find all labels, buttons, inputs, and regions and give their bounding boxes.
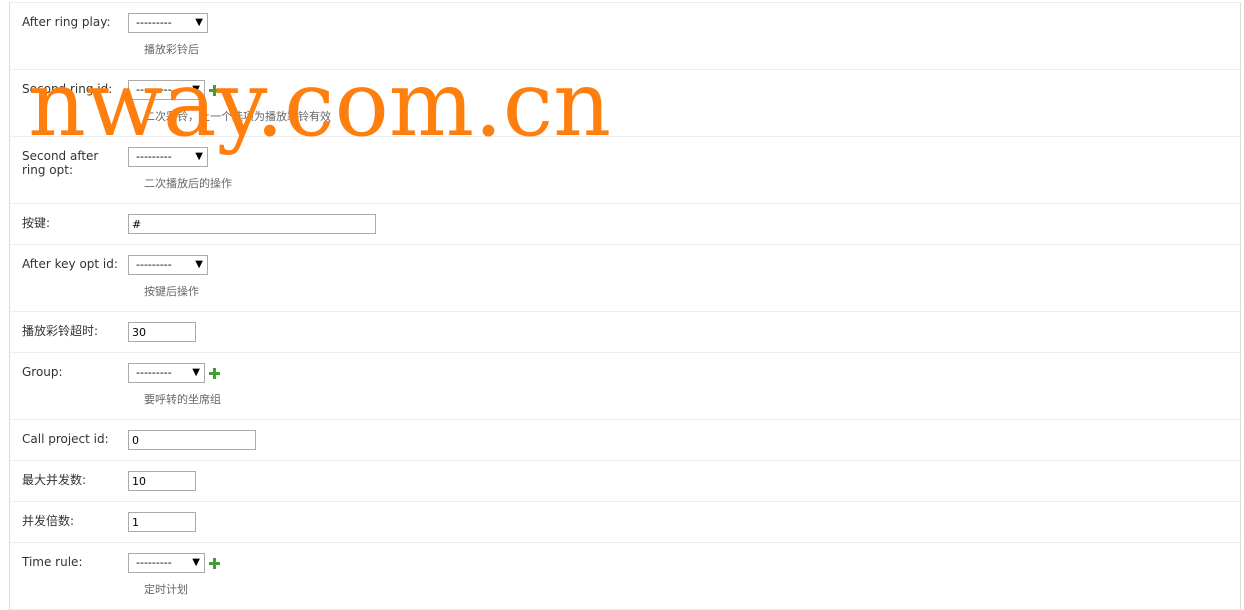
chevron-down-icon: ▼ bbox=[192, 84, 200, 95]
field-label-group: Group: bbox=[22, 365, 63, 379]
field-label-call-project-id: Call project id: bbox=[22, 432, 109, 446]
help-text-group: 要呼转的坐席组 bbox=[144, 393, 221, 406]
group-value: --------- bbox=[136, 366, 172, 379]
field-label-after-ring-play: After ring play: bbox=[22, 15, 111, 29]
after-key-opt-id-value: --------- bbox=[136, 258, 172, 271]
field-label-concurrency-multiplier: 并发倍数: bbox=[22, 514, 75, 528]
help-text-second-after-ring-opt: 二次播放后的操作 bbox=[144, 177, 232, 190]
after-ring-play-select[interactable]: --------- ▼ bbox=[128, 13, 208, 33]
concurrency-multiplier-input[interactable] bbox=[128, 512, 196, 532]
form-row-concurrency-multiplier: 并发倍数: bbox=[10, 502, 1242, 543]
second-after-ring-opt-select[interactable]: --------- ▼ bbox=[128, 147, 208, 167]
max-concurrency-input[interactable] bbox=[128, 471, 196, 491]
call-project-id-input[interactable] bbox=[128, 430, 256, 450]
after-ring-play-value: --------- bbox=[136, 16, 172, 29]
chevron-down-icon: ▼ bbox=[195, 151, 203, 162]
field-label-after-key-opt-id: After key opt id: bbox=[22, 257, 118, 271]
form-row-key: 按键: bbox=[10, 204, 1242, 245]
field-label-max-concurrency: 最大并发数: bbox=[22, 473, 87, 487]
chevron-down-icon: ▼ bbox=[192, 367, 200, 378]
help-text-time-rule: 定时计划 bbox=[144, 583, 188, 596]
form-row-second-ring-id: Second ring id: --------- ▼ 二次彩铃，上一个选项为播… bbox=[10, 70, 1242, 137]
field-label-second-ring-id: Second ring id: bbox=[22, 82, 113, 96]
form-row-after-ring-play: After ring play: --------- ▼ 播放彩铃后 bbox=[10, 3, 1242, 70]
second-after-ring-opt-value: --------- bbox=[136, 150, 172, 163]
after-key-opt-id-select[interactable]: --------- ▼ bbox=[128, 255, 208, 275]
chevron-down-icon: ▼ bbox=[195, 259, 203, 270]
form-row-after-key-opt-id: After key opt id: --------- ▼ 按键后操作 bbox=[10, 245, 1242, 312]
form-row-group: Group: --------- ▼ 要呼转的坐席组 bbox=[10, 353, 1242, 420]
form-panel: After ring play: --------- ▼ 播放彩铃后 Secon… bbox=[9, 2, 1242, 610]
time-rule-select[interactable]: --------- ▼ bbox=[128, 553, 205, 573]
second-ring-id-value: --------- bbox=[136, 83, 172, 96]
field-label-key: 按键: bbox=[22, 216, 51, 230]
chevron-down-icon: ▼ bbox=[195, 17, 203, 28]
help-text-after-ring-play: 播放彩铃后 bbox=[144, 43, 199, 56]
help-text-after-key-opt-id: 按键后操作 bbox=[144, 285, 199, 298]
ring-timeout-input[interactable] bbox=[128, 322, 196, 342]
form-row-time-rule: Time rule: --------- ▼ 定时计划 bbox=[10, 543, 1242, 610]
time-rule-value: --------- bbox=[136, 556, 172, 569]
add-icon[interactable] bbox=[209, 85, 220, 96]
second-ring-id-select[interactable]: --------- ▼ bbox=[128, 80, 205, 100]
add-icon[interactable] bbox=[209, 558, 220, 569]
chevron-down-icon: ▼ bbox=[192, 557, 200, 568]
field-label-time-rule: Time rule: bbox=[22, 555, 83, 569]
form-row-second-after-ring-opt: Second after ring opt: --------- ▼ 二次播放后… bbox=[10, 137, 1242, 204]
field-label-second-after-ring-opt: Second after ring opt: bbox=[22, 149, 99, 177]
key-input[interactable] bbox=[128, 214, 376, 234]
field-label-ring-timeout: 播放彩铃超时: bbox=[22, 324, 99, 338]
group-select[interactable]: --------- ▼ bbox=[128, 363, 205, 383]
page: After ring play: --------- ▼ 播放彩铃后 Secon… bbox=[0, 0, 1244, 610]
form-row-max-concurrency: 最大并发数: bbox=[10, 461, 1242, 502]
help-text-second-ring-id: 二次彩铃，上一个选项为播放彩铃有效 bbox=[144, 110, 331, 123]
form-row-ring-timeout: 播放彩铃超时: bbox=[10, 312, 1242, 353]
add-icon[interactable] bbox=[209, 368, 220, 379]
form-row-call-project-id: Call project id: bbox=[10, 420, 1242, 461]
